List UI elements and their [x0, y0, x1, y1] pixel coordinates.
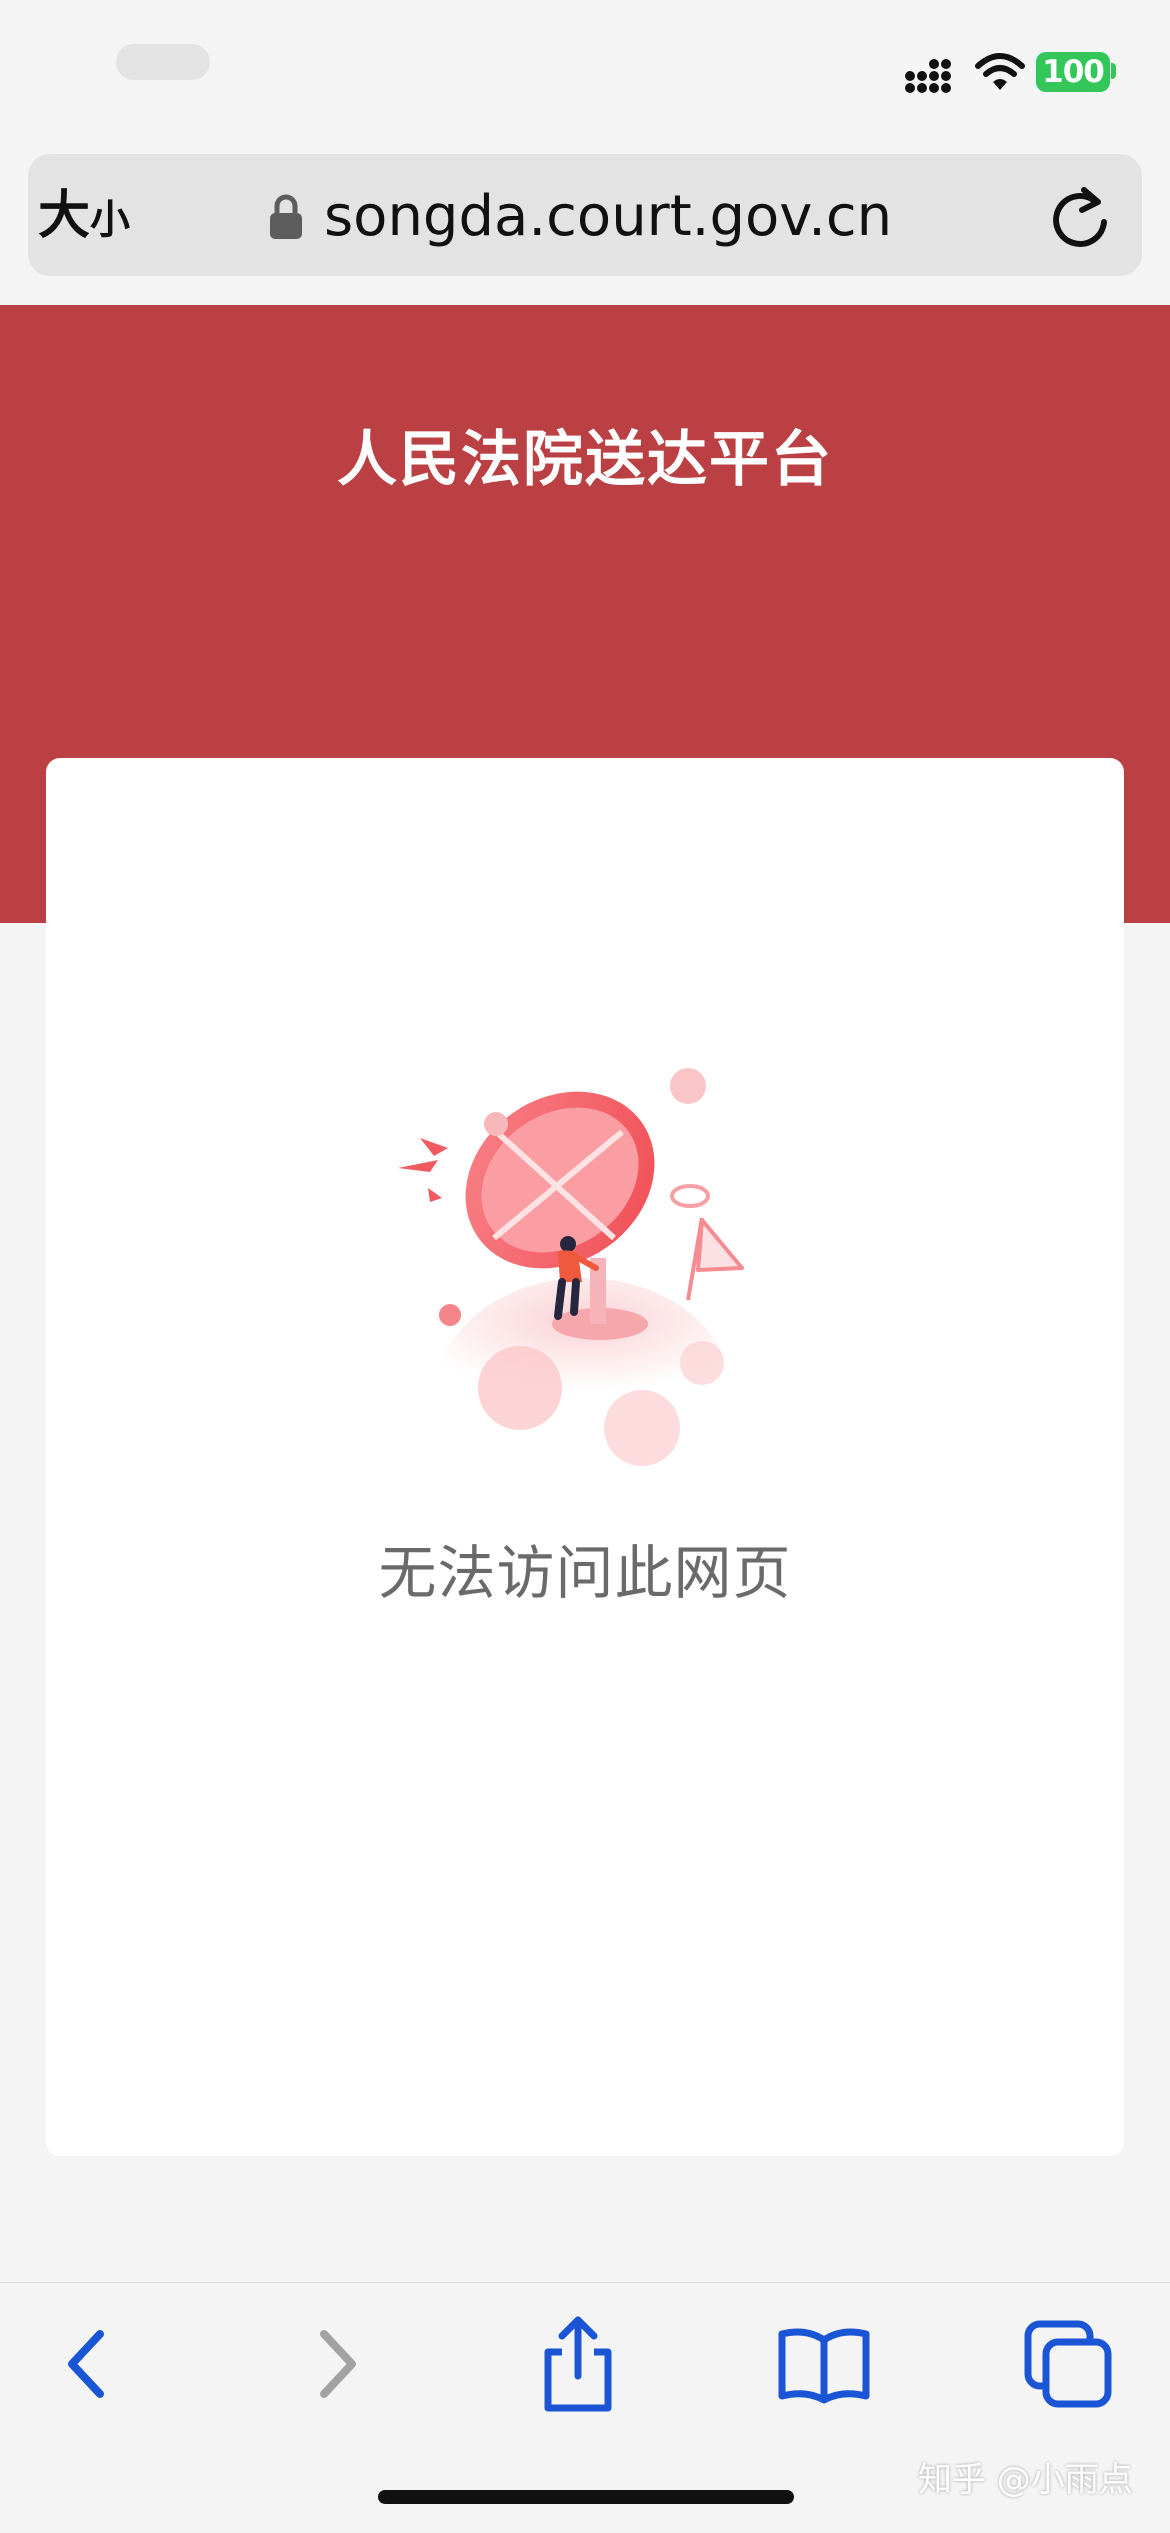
bookmarks-icon — [778, 2328, 870, 2404]
lock-icon — [270, 194, 302, 239]
battery-nub — [1111, 63, 1116, 79]
home-indicator — [378, 2490, 794, 2504]
wifi-icon — [975, 53, 1025, 90]
text-size-small-label: 小 — [90, 197, 131, 243]
reload-icon[interactable] — [1050, 182, 1114, 252]
tabs-icon — [1024, 2320, 1112, 2408]
forward-arrow-icon — [320, 2330, 356, 2398]
text-size-button[interactable]: 大小 — [38, 186, 130, 250]
satellite-dish-illustration — [398, 1068, 744, 1466]
error-message: 无法访问此网页 — [378, 1539, 792, 1607]
page-title: 人民法院送达平台 — [337, 425, 833, 495]
url-display[interactable]: songda.court.gov.cn — [268, 182, 892, 252]
signal-icon — [905, 59, 951, 93]
share-icon — [544, 2316, 612, 2412]
forward-button[interactable] — [290, 2316, 386, 2412]
camera-pill — [116, 44, 210, 80]
back-button[interactable] — [38, 2316, 134, 2412]
share-button[interactable] — [530, 2316, 626, 2412]
text-size-large-label: 大 — [38, 186, 91, 246]
watermark: 知乎 @小雨点 — [918, 2460, 1133, 2500]
back-arrow-icon — [68, 2330, 104, 2398]
battery-indicator: 100 — [1036, 52, 1110, 92]
tabs-button[interactable] — [1020, 2316, 1116, 2412]
bookmarks-button[interactable] — [776, 2316, 872, 2412]
url-text: songda.court.gov.cn — [324, 184, 893, 249]
